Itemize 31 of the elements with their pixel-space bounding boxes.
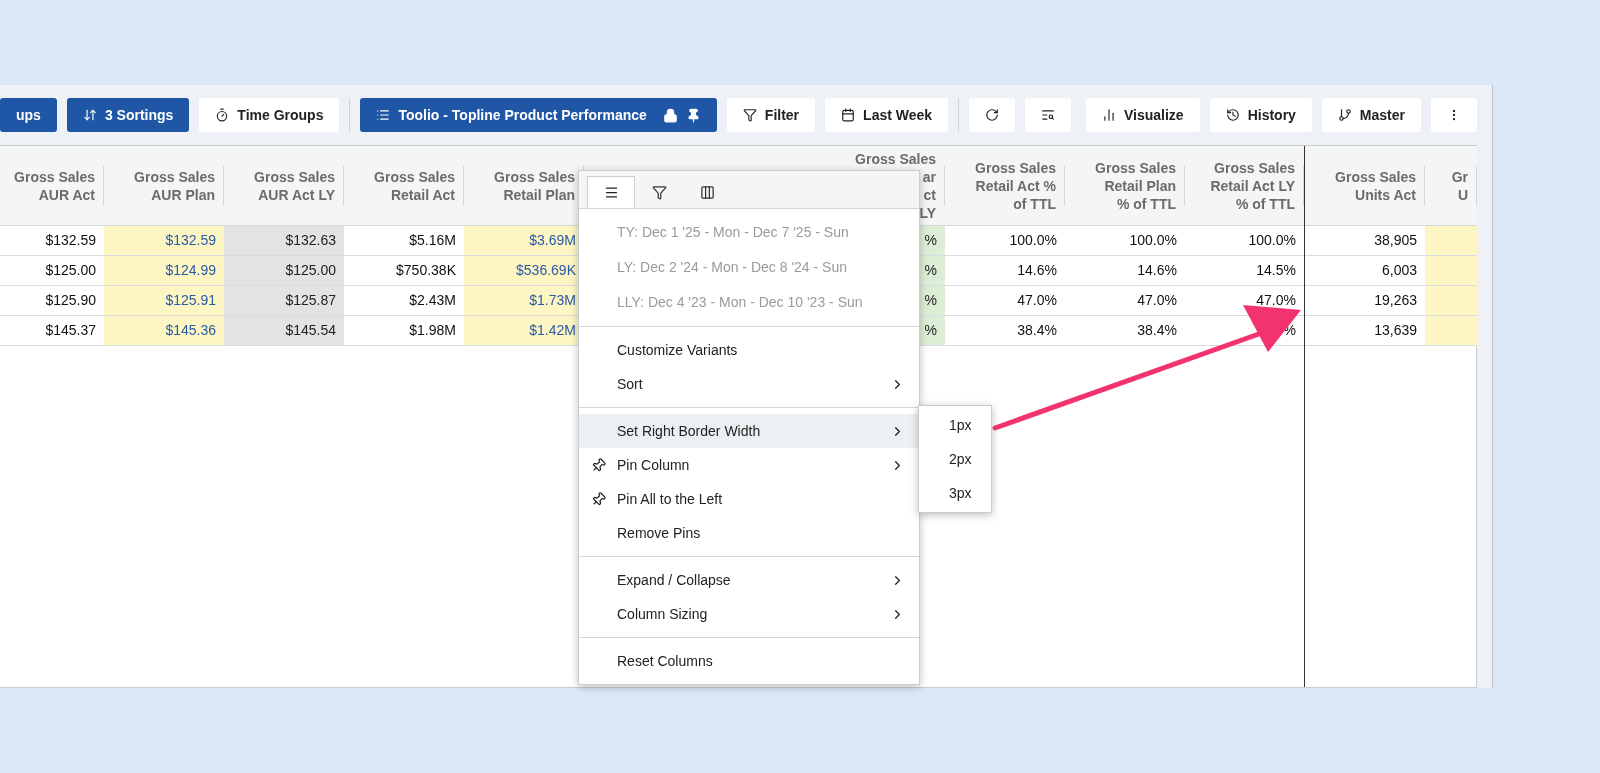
table-cell: $145.54	[224, 316, 344, 346]
menu-item[interactable]: Expand / Collapse	[579, 563, 919, 597]
menu-item[interactable]: Column Sizing	[579, 597, 919, 631]
table-cell: $125.91	[104, 286, 224, 316]
menu-item[interactable]: Pin All to the Left	[579, 482, 919, 516]
menu-item[interactable]: Reset Columns	[579, 644, 919, 678]
date-range-text: LLY: Dec 4 '23 - Mon - Dec 10 '23 - Sun	[617, 293, 863, 312]
menu-item[interactable]: Sort	[579, 367, 919, 401]
table-cell: $145.36	[104, 316, 224, 346]
table-cell: $125.87	[224, 286, 344, 316]
menu-item[interactable]: Set Right Border Width	[579, 414, 919, 448]
toolbar-button[interactable]: Last Week	[825, 98, 949, 132]
toolbar-button[interactable]: Time Groups	[199, 98, 340, 132]
submenu-item[interactable]: 1px	[919, 408, 991, 442]
toolbar-button[interactable]: Filter	[726, 98, 816, 132]
toolbar-button[interactable]: History	[1209, 98, 1312, 132]
menu-item[interactable]: Pin Column	[579, 448, 919, 482]
table-cell: $132.59	[104, 226, 224, 256]
toolbar-button[interactable]: Master	[1321, 98, 1421, 132]
table-cell: $124.99	[104, 256, 224, 286]
submenu-item[interactable]: 2px	[919, 442, 991, 476]
menu-item[interactable]: Remove Pins	[579, 516, 919, 550]
table-cell: $132.63	[224, 226, 344, 256]
date-range-text: LY: Dec 2 '24 - Mon - Dec 8 '24 - Sun	[617, 258, 847, 277]
toolbar-button[interactable]: Visualize	[1085, 98, 1200, 132]
date-range-text: TY: Dec 1 '25 - Mon - Dec 7 '25 - Sun	[617, 223, 849, 242]
table-cell: $125.00	[224, 256, 344, 286]
toolbar-button[interactable]: 3 Sortings	[66, 98, 190, 132]
toolbar-button[interactable]: Toolio - Topline Product Performance	[360, 98, 717, 132]
submenu-item[interactable]: 3px	[919, 476, 991, 510]
toolbar-button[interactable]: ups	[0, 98, 57, 132]
